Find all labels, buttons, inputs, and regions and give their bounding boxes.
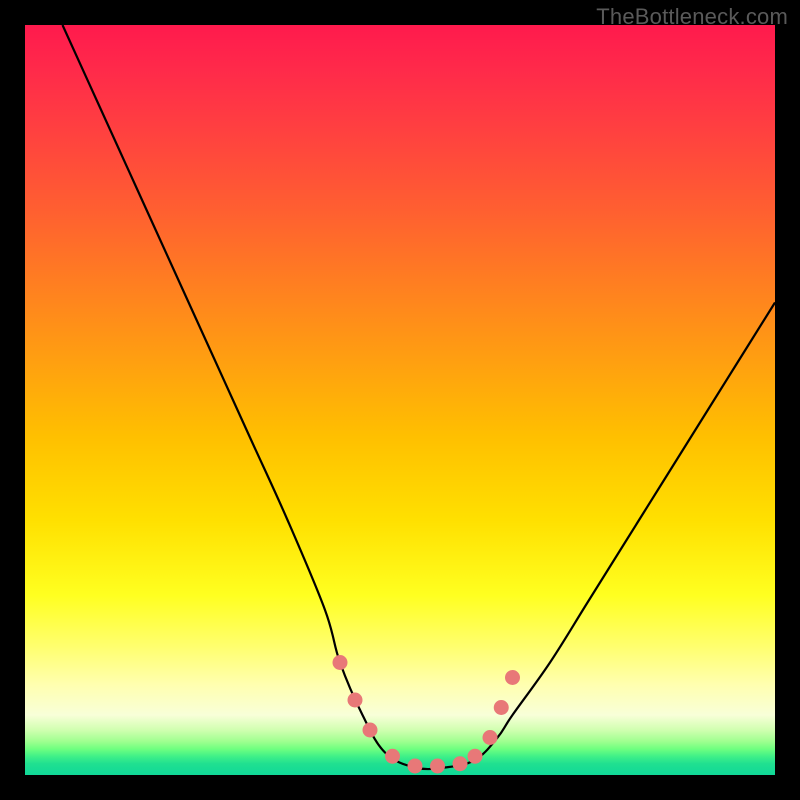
marker-dot — [494, 700, 509, 715]
marker-dot — [505, 670, 520, 685]
marker-dot — [483, 730, 498, 745]
chart-frame: TheBottleneck.com — [0, 0, 800, 800]
marker-dot — [333, 655, 348, 670]
plot-area — [25, 25, 775, 775]
watermark-text: TheBottleneck.com — [596, 4, 788, 30]
curve-layer — [25, 25, 775, 775]
curve-markers — [333, 655, 521, 774]
marker-dot — [408, 759, 423, 774]
marker-dot — [430, 759, 445, 774]
marker-dot — [363, 723, 378, 738]
marker-dot — [348, 693, 363, 708]
marker-dot — [385, 749, 400, 764]
marker-dot — [453, 756, 468, 771]
marker-dot — [468, 749, 483, 764]
bottleneck-curve — [63, 25, 776, 769]
